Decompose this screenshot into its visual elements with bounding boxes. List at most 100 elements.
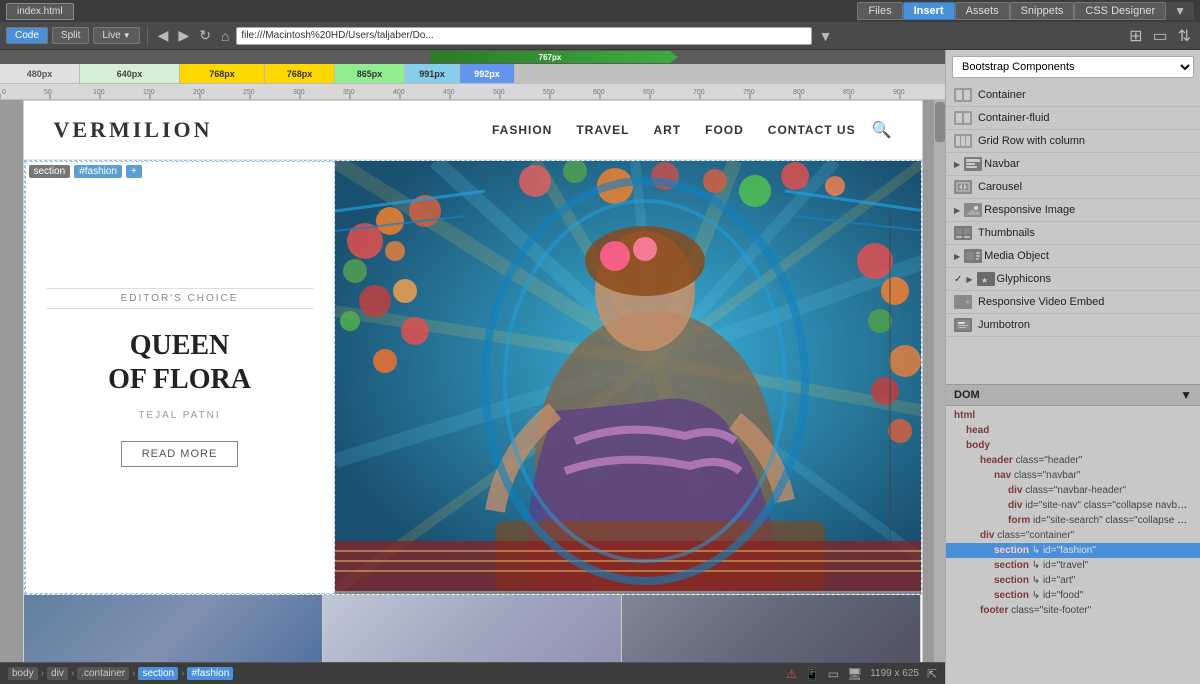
error-icon: ⚠ <box>786 667 797 681</box>
file-tab-index[interactable]: index.html <box>6 3 74 20</box>
svg-text:300: 300 <box>293 89 305 96</box>
site-header: VERMILION FASHION TRAVEL ART FOOD CONTAC… <box>24 101 922 160</box>
svg-text:600: 600 <box>593 89 605 96</box>
glyphicons-icon: ★ <box>977 272 995 286</box>
bottom-image-strip <box>24 595 922 662</box>
tab-snippets[interactable]: Snippets <box>1010 2 1075 20</box>
filter-icon[interactable]: ▼ <box>1166 2 1194 20</box>
dom-node-section-travel[interactable]: section ↳ id="travel" <box>946 558 1200 573</box>
component-thumbnails[interactable]: Thumbnails <box>946 222 1200 245</box>
component-container[interactable]: Container <box>946 84 1200 107</box>
carousel-label: Carousel <box>978 181 1022 193</box>
dom-node-site-search[interactable]: form id="site-search" class="collapse si… <box>946 513 1200 528</box>
site-main-section: section #fashion + EDITOR'S CHOICE QUEEN… <box>24 160 922 595</box>
dom-node-navbar-header[interactable]: div class="navbar-header" <box>946 483 1200 498</box>
tab-assets[interactable]: Assets <box>955 2 1010 20</box>
dom-node-body[interactable]: body <box>946 438 1200 453</box>
nav-art[interactable]: ART <box>653 123 681 137</box>
article-title: QUEENOF FLORA <box>108 329 251 396</box>
dom-header: DOM ▼ <box>946 385 1200 406</box>
search-icon[interactable]: 🔍 <box>872 120 892 140</box>
svg-text:250: 250 <box>243 89 255 96</box>
breadcrumb-container[interactable]: .container <box>77 667 129 680</box>
dom-node-html[interactable]: html <box>946 408 1200 423</box>
media-object-expand: ▶ <box>954 252 960 261</box>
responsive-video-icon <box>954 295 972 309</box>
scrollbar-thumb[interactable] <box>935 102 945 142</box>
dom-node-section-fashion[interactable]: section ↳ id="fashion" <box>946 543 1200 558</box>
component-grid-row[interactable]: Grid Row with column <box>946 130 1200 153</box>
component-glyphicons[interactable]: ✓ ▶ ★ Glyphicons <box>946 268 1200 291</box>
dom-title: DOM <box>954 389 980 401</box>
bottom-img-3 <box>622 595 921 662</box>
breakpoint-arrow-bar: 767px <box>0 50 945 64</box>
home-icon[interactable]: ⌂ <box>218 28 232 44</box>
breadcrumb-div[interactable]: div <box>47 667 68 680</box>
bottom-img-1 <box>24 595 323 662</box>
svg-text:100: 100 <box>93 89 105 96</box>
bp-865: 865px <box>335 64 405 83</box>
bp-rest <box>515 64 945 83</box>
nav-fashion[interactable]: FASHION <box>492 123 552 137</box>
status-bar: body › div › .container › section › #fas… <box>0 662 945 684</box>
dom-collapse-icon[interactable]: ▼ <box>1180 388 1192 402</box>
dom-node-nav[interactable]: nav class="navbar" <box>946 468 1200 483</box>
dom-node-site-nav[interactable]: div id="site-nav" class="collapse navbar… <box>946 498 1200 513</box>
svg-text:500: 500 <box>493 89 505 96</box>
component-media-object[interactable]: ▶ Media Object <box>946 245 1200 268</box>
canvas-scrollbar[interactable] <box>933 100 945 662</box>
badge-add-button[interactable]: + <box>126 165 142 178</box>
multiscreen-icon[interactable]: ▭ <box>1149 26 1170 46</box>
dom-node-head[interactable]: head <box>946 423 1200 438</box>
ruler: /* ruler ticks rendered inline */ 0 50 1… <box>0 84 945 100</box>
dom-node-footer[interactable]: footer class="site-footer" <box>946 603 1200 618</box>
code-button[interactable]: Code <box>6 27 48 44</box>
viewport-icon[interactable]: ⊞ <box>1126 26 1145 46</box>
live-button[interactable]: Live▼ <box>93 27 139 44</box>
dom-node-header[interactable]: header class="header" <box>946 453 1200 468</box>
svg-text:350: 350 <box>343 89 355 96</box>
dom-node-container[interactable]: div class="container" <box>946 528 1200 543</box>
forward-icon[interactable]: ▶ <box>175 27 192 44</box>
component-container-fluid[interactable]: Container-fluid <box>946 107 1200 130</box>
container-icon <box>954 88 972 102</box>
desktop-icon[interactable]: 🖥 <box>847 667 862 681</box>
breadcrumb-fashion[interactable]: #fashion <box>187 667 233 680</box>
component-responsive-image[interactable]: ▶ Responsive Image <box>946 199 1200 222</box>
refresh-icon[interactable]: ↻ <box>196 27 214 44</box>
editors-choice-label: EDITOR'S CHOICE <box>46 288 314 309</box>
component-carousel[interactable]: Carousel <box>946 176 1200 199</box>
dom-node-section-art[interactable]: section ↳ id="art" <box>946 573 1200 588</box>
split-button[interactable]: Split <box>52 27 89 44</box>
tab-insert[interactable]: Insert <box>903 2 955 20</box>
read-more-button[interactable]: READ MORE <box>121 441 239 467</box>
mobile-icon[interactable]: 📱 <box>805 667 820 681</box>
tablet-icon[interactable]: ▭ <box>828 667 839 681</box>
nav-travel[interactable]: TRAVEL <box>576 123 629 137</box>
bp-992: 992px <box>460 64 515 83</box>
back-icon[interactable]: ◀ <box>155 27 172 44</box>
dropdown-icon[interactable]: ▼ <box>816 28 836 44</box>
media-object-icon <box>964 249 982 263</box>
breadcrumb-body[interactable]: body <box>8 667 38 680</box>
responsive-image-expand: ▶ <box>954 206 960 215</box>
component-navbar[interactable]: ▶ Navbar <box>946 153 1200 176</box>
component-jumbotron[interactable]: Jumbotron <box>946 314 1200 337</box>
container-fluid-icon <box>954 111 972 125</box>
nav-food[interactable]: FOOD <box>705 123 744 137</box>
dom-node-section-food[interactable]: section ↳ id="food" <box>946 588 1200 603</box>
component-responsive-video[interactable]: Responsive Video Embed <box>946 291 1200 314</box>
inspect-icon[interactable]: ⇅ <box>1175 26 1194 46</box>
tab-files[interactable]: Files <box>857 2 902 20</box>
top-tab-bar: index.html Files Insert Assets Snippets … <box>0 0 1200 22</box>
article-author: TEJAL PATNI <box>138 410 220 421</box>
svg-text:450: 450 <box>443 89 455 96</box>
bootstrap-components-dropdown[interactable]: Bootstrap Components <box>952 56 1194 78</box>
url-bar[interactable] <box>236 27 811 45</box>
tab-css-designer[interactable]: CSS Designer <box>1074 2 1166 20</box>
nav-contact[interactable]: CONTACT US <box>768 123 856 137</box>
resize-icon[interactable]: ⇱ <box>927 667 937 681</box>
svg-text:850: 850 <box>843 89 855 96</box>
breadcrumb-section[interactable]: section <box>138 667 178 680</box>
site-logo: VERMILION <box>54 117 493 143</box>
